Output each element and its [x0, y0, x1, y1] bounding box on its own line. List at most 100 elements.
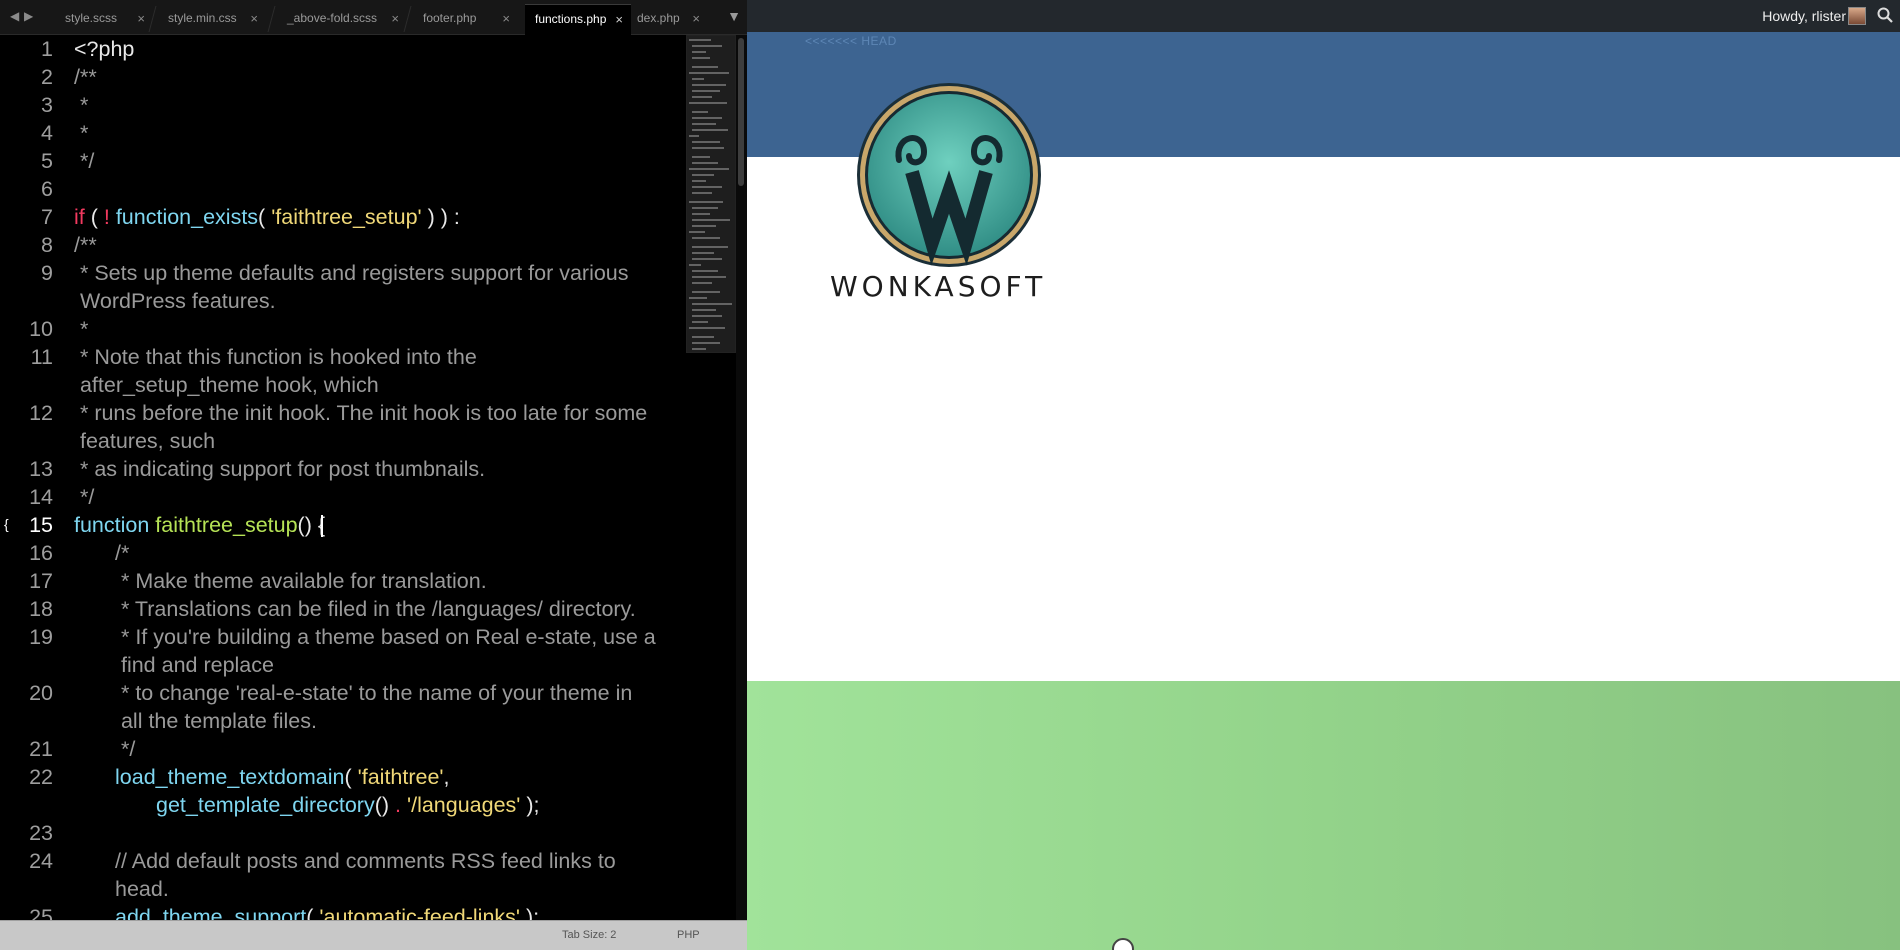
code-text[interactable]: WordPress features.: [74, 287, 276, 315]
code-text[interactable]: * to change 'real-e-state' to the name o…: [115, 679, 632, 707]
code-line[interactable]: 7 if ( ! function_exists( 'faithtree_setu…: [0, 203, 680, 231]
code-editor[interactable]: ◀ ▶ style.scss × style.min.css × _above-fold…: [0, 0, 747, 950]
site-logo-icon[interactable]: [854, 80, 1044, 270]
code-token: * Make theme available for translation.: [115, 569, 487, 593]
code-line[interactable]: 21 */: [0, 735, 680, 763]
tab-list-dropdown-icon[interactable]: ▼: [727, 8, 741, 24]
code-line[interactable]: 5 */: [0, 147, 680, 175]
status-syntax[interactable]: PHP: [677, 929, 700, 941]
code-token: load_theme_textdomain: [115, 765, 345, 789]
code-token: head.: [115, 877, 169, 901]
close-icon[interactable]: ×: [391, 4, 399, 33]
code-line[interactable]: 19 * If you're building a theme based on…: [0, 623, 680, 651]
code-line[interactable]: 25 add_theme_support( 'automatic-feed-lin…: [0, 903, 680, 920]
code-text[interactable]: */: [74, 147, 94, 175]
code-text[interactable]: after_setup_theme hook, which: [74, 371, 379, 399]
code-text[interactable]: *: [74, 119, 88, 147]
code-line[interactable]: WordPress features.: [0, 287, 680, 315]
tab-dex-php[interactable]: dex.php ×: [633, 4, 708, 35]
code-text[interactable]: */: [74, 483, 94, 511]
code-line[interactable]: head.: [0, 875, 680, 903]
close-icon[interactable]: ×: [692, 4, 700, 33]
code-line[interactable]: 12 * runs before the init hook. The init…: [0, 399, 680, 427]
tab-scroll-left-icon[interactable]: ◀: [10, 9, 19, 23]
tab-style-scss[interactable]: style.scss ×: [55, 4, 153, 35]
status-tab-size[interactable]: Tab Size: 2: [562, 929, 616, 941]
code-text[interactable]: * Note that this function is hooked into…: [74, 343, 477, 371]
code-text[interactable]: /**: [74, 63, 97, 91]
code-text[interactable]: find and replace: [115, 651, 274, 679]
editor-tab-bar: ◀ ▶ style.scss × style.min.css × _above-fold…: [0, 0, 747, 35]
tab-functions-php[interactable]: functions.php ×: [525, 4, 631, 35]
code-text[interactable]: features, such: [74, 427, 215, 455]
tab-scroll-right-icon[interactable]: ▶: [24, 9, 33, 23]
code-line[interactable]: 6: [0, 175, 680, 203]
code-line[interactable]: 23: [0, 819, 680, 847]
code-area[interactable]: 1 <?php 2/** 3 * 4 * 5 */6 7 if ( ! function_ex…: [0, 35, 680, 920]
code-text[interactable]: * If you're building a theme based on Re…: [115, 623, 656, 651]
code-text[interactable]: /**: [74, 231, 97, 259]
search-icon[interactable]: [1876, 6, 1894, 24]
code-token: */: [74, 485, 95, 509]
code-line[interactable]: 16 /*: [0, 539, 680, 567]
code-text[interactable]: head.: [115, 875, 169, 903]
minimap-viewport[interactable]: [686, 35, 736, 353]
code-token: (: [306, 905, 320, 920]
code-line[interactable]: 15{function faithtree_setup() {: [0, 511, 680, 539]
tab--above-fold-scss[interactable]: _above-fold.scss ×: [277, 4, 407, 35]
tab-style-min-css[interactable]: style.min.css ×: [158, 4, 266, 35]
code-text[interactable]: */: [115, 735, 135, 763]
code-text[interactable]: * Make theme available for translation.: [115, 567, 487, 595]
code-line[interactable]: 10 *: [0, 315, 680, 343]
code-text[interactable]: add_theme_support( 'automatic-feed-links…: [115, 903, 539, 920]
code-text[interactable]: function faithtree_setup() {: [74, 511, 325, 539]
code-text[interactable]: * as indicating support for post thumbna…: [74, 455, 485, 483]
code-text[interactable]: *: [74, 315, 88, 343]
code-text[interactable]: all the template files.: [115, 707, 317, 735]
code-line[interactable]: 17 * Make theme available for translatio…: [0, 567, 680, 595]
code-line[interactable]: find and replace: [0, 651, 680, 679]
code-line[interactable]: 1 <?php: [0, 35, 680, 63]
code-text[interactable]: /*: [115, 539, 129, 567]
code-text[interactable]: if ( ! function_exists( 'faithtree_setup…: [74, 203, 460, 231]
code-line[interactable]: get_template_directory() . '/languages' …: [0, 791, 680, 819]
code-line[interactable]: features, such: [0, 427, 680, 455]
code-token: * to change 'real-e-state' to the name o…: [115, 681, 633, 705]
code-text[interactable]: // Add default posts and comments RSS fe…: [115, 847, 616, 875]
code-text[interactable]: load_theme_textdomain( 'faithtree',: [115, 763, 450, 791]
code-token: ) ) :: [421, 205, 460, 229]
code-line[interactable]: after_setup_theme hook, which: [0, 371, 680, 399]
tab-footer-php[interactable]: footer.php ×: [413, 4, 518, 35]
close-icon[interactable]: ×: [615, 5, 623, 34]
code-line[interactable]: 18 * Translations can be filed in the /l…: [0, 595, 680, 623]
code-line[interactable]: 2 /**: [0, 63, 680, 91]
code-line[interactable]: 14 */: [0, 483, 680, 511]
code-text[interactable]: <?php: [74, 35, 134, 63]
code-line[interactable]: 22 load_theme_textdomain( 'faithtree',: [0, 763, 680, 791]
code-line[interactable]: 3 *: [0, 91, 680, 119]
code-token: 'faithtree_setup': [271, 205, 422, 229]
code-text[interactable]: * Translations can be filed in the /lang…: [115, 595, 636, 623]
code-line[interactable]: 24 // Add default posts and comments RSS …: [0, 847, 680, 875]
code-line[interactable]: 11 * Note that this function is hooked i…: [0, 343, 680, 371]
code-line[interactable]: all the template files.: [0, 707, 680, 735]
code-line[interactable]: 13 * as indicating support for post thum…: [0, 455, 680, 483]
code-line[interactable]: 8 /**: [0, 231, 680, 259]
logo-wordmark[interactable]: WONKASOFT: [830, 270, 1062, 303]
avatar[interactable]: [1848, 7, 1866, 25]
line-number: 25: [29, 905, 53, 920]
editor-scrollbar-thumb[interactable]: [738, 38, 744, 186]
code-text[interactable]: *: [74, 91, 88, 119]
code-line[interactable]: 4 *: [0, 119, 680, 147]
close-icon[interactable]: ×: [137, 4, 145, 33]
code-text[interactable]: * Sets up theme defaults and registers s…: [74, 259, 629, 287]
close-icon[interactable]: ×: [502, 4, 510, 33]
close-icon[interactable]: ×: [250, 4, 258, 33]
code-text[interactable]: get_template_directory() . '/languages' …: [156, 791, 540, 819]
admin-greeting[interactable]: Howdy, rlister: [1762, 8, 1846, 24]
code-token: all the template files.: [115, 709, 317, 733]
code-text[interactable]: * runs before the init hook. The init ho…: [74, 399, 647, 427]
code-token: (: [344, 765, 358, 789]
code-line[interactable]: 9 * Sets up theme defaults and registers…: [0, 259, 680, 287]
code-line[interactable]: 20 * to change 'real-e-state' to the nam…: [0, 679, 680, 707]
